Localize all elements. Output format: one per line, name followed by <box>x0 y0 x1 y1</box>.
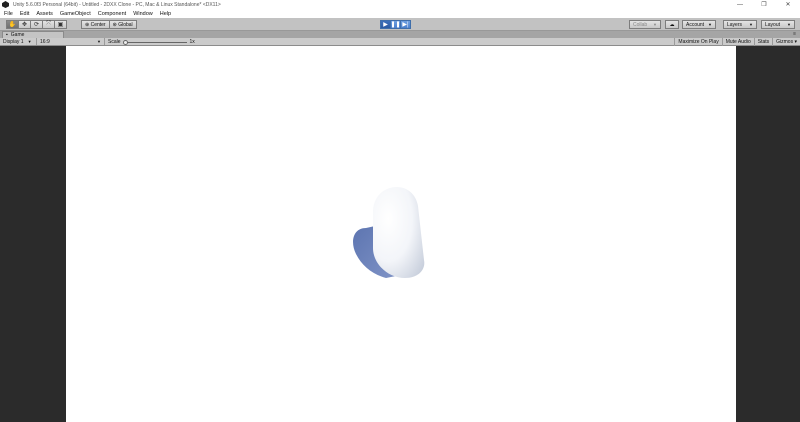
tab-menu-icon[interactable]: ≡ <box>793 31 796 37</box>
pivot-center-toggle[interactable]: ⊕ Center <box>81 20 110 29</box>
chevron-down-icon: ▼ <box>27 39 32 44</box>
window-controls: — ❐ ✕ <box>728 0 800 9</box>
game-viewport[interactable] <box>66 46 736 422</box>
scale-value: 1x <box>189 39 195 45</box>
cloud-icon: ☁ <box>669 21 675 28</box>
pivot-controls: ⊕ Center ⊛ Global <box>81 20 137 29</box>
menu-gameobject[interactable]: GameObject <box>60 11 91 17</box>
game-tab-bar: ▪ Game ≡ <box>0 31 800 38</box>
capsule-object <box>373 187 425 278</box>
scale-slider-handle[interactable] <box>122 39 128 45</box>
chevron-down-icon: ▼ <box>787 22 791 27</box>
game-view-toolbar: Display 1 ▼ 16:9 ▼ Scale 1x Maximize On Pl… <box>0 38 800 46</box>
scale-label: Scale <box>108 39 121 45</box>
display-dropdown[interactable]: Display 1 ▼ <box>0 38 37 45</box>
layers-dropdown[interactable]: Layers ▼ <box>723 20 757 29</box>
account-label: Account <box>686 21 705 28</box>
window-title: Unity 5.6.0f3 Personal (64bit) - Untitle… <box>13 1 221 8</box>
step-button[interactable]: ▶| <box>400 20 411 29</box>
menu-window[interactable]: Window <box>133 11 153 17</box>
collab-label: Collab <box>633 21 648 28</box>
close-button[interactable]: ✕ <box>776 0 800 9</box>
scale-slider[interactable] <box>122 39 187 45</box>
transform-tools: ✋ ✥ ⟳ ⤧ ▣ <box>6 20 67 29</box>
menu-help[interactable]: Help <box>160 11 171 17</box>
menu-edit[interactable]: Edit <box>20 11 29 17</box>
minimize-button[interactable]: — <box>728 0 752 9</box>
layout-dropdown[interactable]: Layout ▼ <box>761 20 795 29</box>
stats-toggle[interactable]: Stats <box>753 38 772 46</box>
display-label: Display 1 <box>3 38 24 45</box>
pivot-global-icon: ⊛ <box>112 21 117 28</box>
cloud-button[interactable]: ☁ <box>665 20 679 29</box>
account-dropdown[interactable]: Account ▼ <box>682 20 716 29</box>
chevron-down-icon: ▼ <box>97 39 101 44</box>
playback-controls: ▶ ❚❚ ▶| <box>380 20 411 29</box>
maximize-on-play-toggle[interactable]: Maximize On Play <box>674 38 721 46</box>
chevron-down-icon: ▼ <box>653 22 657 27</box>
pivot-center-label: Center <box>90 21 106 28</box>
menu-component[interactable]: Component <box>98 11 126 17</box>
scale-control: Scale 1x <box>108 38 195 46</box>
menu-assets[interactable]: Assets <box>36 11 53 17</box>
chevron-down-icon: ▼ <box>708 22 712 27</box>
layout-label: Layout <box>765 21 781 28</box>
aspect-label: 16:9 <box>40 38 50 45</box>
unity-logo-icon <box>2 1 9 8</box>
menu-bar: File Edit Assets GameObject Component Wi… <box>0 9 800 18</box>
game-scene <box>353 187 425 278</box>
layers-label: Layers <box>727 21 743 28</box>
rect-tool-button[interactable]: ▣ <box>54 20 67 29</box>
maximize-button[interactable]: ❐ <box>752 0 776 9</box>
pivot-global-label: Global <box>118 21 133 28</box>
main-toolbar: ✋ ✥ ⟳ ⤧ ▣ ⊕ Center ⊛ Global ▶ ❚❚ ▶| Coll… <box>0 18 800 31</box>
window-title-bar: Unity 5.6.0f3 Personal (64bit) - Untitle… <box>0 0 800 9</box>
collab-dropdown[interactable]: Collab ▼ <box>629 20 661 29</box>
mute-audio-toggle[interactable]: Mute Audio <box>721 38 754 46</box>
game-view-toggles: Maximize On Play Mute Audio Stats Gizmos… <box>674 38 800 46</box>
gizmos-dropdown[interactable]: Gizmos ▾ <box>772 38 800 46</box>
tab-game[interactable]: ▪ Game <box>2 31 64 38</box>
pivot-center-icon: ⊕ <box>85 21 90 28</box>
menu-file[interactable]: File <box>4 11 13 17</box>
pivot-global-toggle[interactable]: ⊛ Global <box>108 20 137 29</box>
chevron-down-icon: ▼ <box>749 22 753 27</box>
aspect-dropdown[interactable]: 16:9 ▼ <box>37 38 105 45</box>
